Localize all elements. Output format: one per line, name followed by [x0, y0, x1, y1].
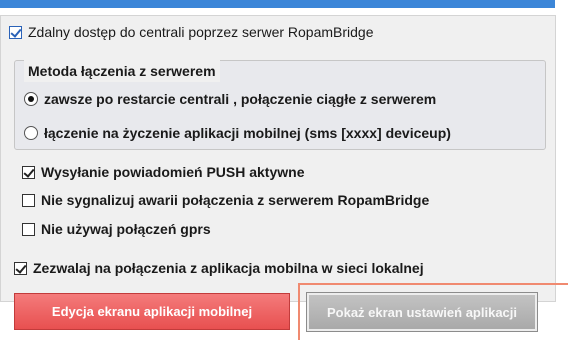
push-notifications-row[interactable]: Wysyłanie powiadomień PUSH aktywne: [22, 162, 304, 182]
connection-method-title: Metoda łączenia z serwerem: [24, 60, 220, 82]
no-gprs-checkbox[interactable]: [22, 222, 35, 236]
remote-access-label: Zdalny dostęp do centrali poprzez serwer…: [28, 24, 374, 40]
radio-option-on-demand[interactable]: łączenie na życzenie aplikacji mobilnej …: [24, 123, 451, 143]
no-failure-signal-label: Nie sygnalizuj awarii połączenia z serwe…: [41, 192, 430, 208]
push-notifications-checkbox[interactable]: [22, 165, 35, 179]
no-failure-signal-row[interactable]: Nie sygnalizuj awarii połączenia z serwe…: [22, 190, 429, 210]
radio-label-on-demand: łączenie na życzenie aplikacji mobilnej …: [44, 125, 451, 141]
push-notifications-label: Wysyłanie powiadomień PUSH aktywne: [41, 164, 305, 180]
radio-label-always: zawsze po restarcie centrali , połączeni…: [44, 91, 437, 107]
local-network-checkbox[interactable]: [14, 261, 27, 275]
no-gprs-row[interactable]: Nie używaj połączeń gprs: [22, 219, 211, 239]
show-settings-screen-button[interactable]: Pokaż ekran ustawień aplikacji: [306, 292, 538, 332]
radio-button-always[interactable]: [24, 92, 38, 106]
no-failure-signal-checkbox[interactable]: [22, 193, 35, 207]
annotation-line-vertical: [298, 283, 300, 340]
annotation-line-horizontal: [298, 283, 568, 285]
no-gprs-label: Nie używaj połączeń gprs: [41, 221, 211, 237]
window-title-bar: [0, 0, 555, 8]
radio-button-on-demand[interactable]: [24, 126, 38, 140]
remote-access-checkbox-row[interactable]: Zdalny dostęp do centrali poprzez serwer…: [7, 22, 378, 42]
remote-access-checkbox[interactable]: [9, 25, 22, 39]
local-network-label: Zezwalaj na połączenia z aplikacja mobil…: [33, 260, 424, 276]
local-network-row[interactable]: Zezwalaj na połączenia z aplikacja mobil…: [14, 258, 424, 278]
radio-option-always[interactable]: zawsze po restarcie centrali , połączeni…: [24, 89, 436, 109]
edit-mobile-screen-button[interactable]: Edycja ekranu aplikacji mobilnej: [14, 293, 290, 330]
